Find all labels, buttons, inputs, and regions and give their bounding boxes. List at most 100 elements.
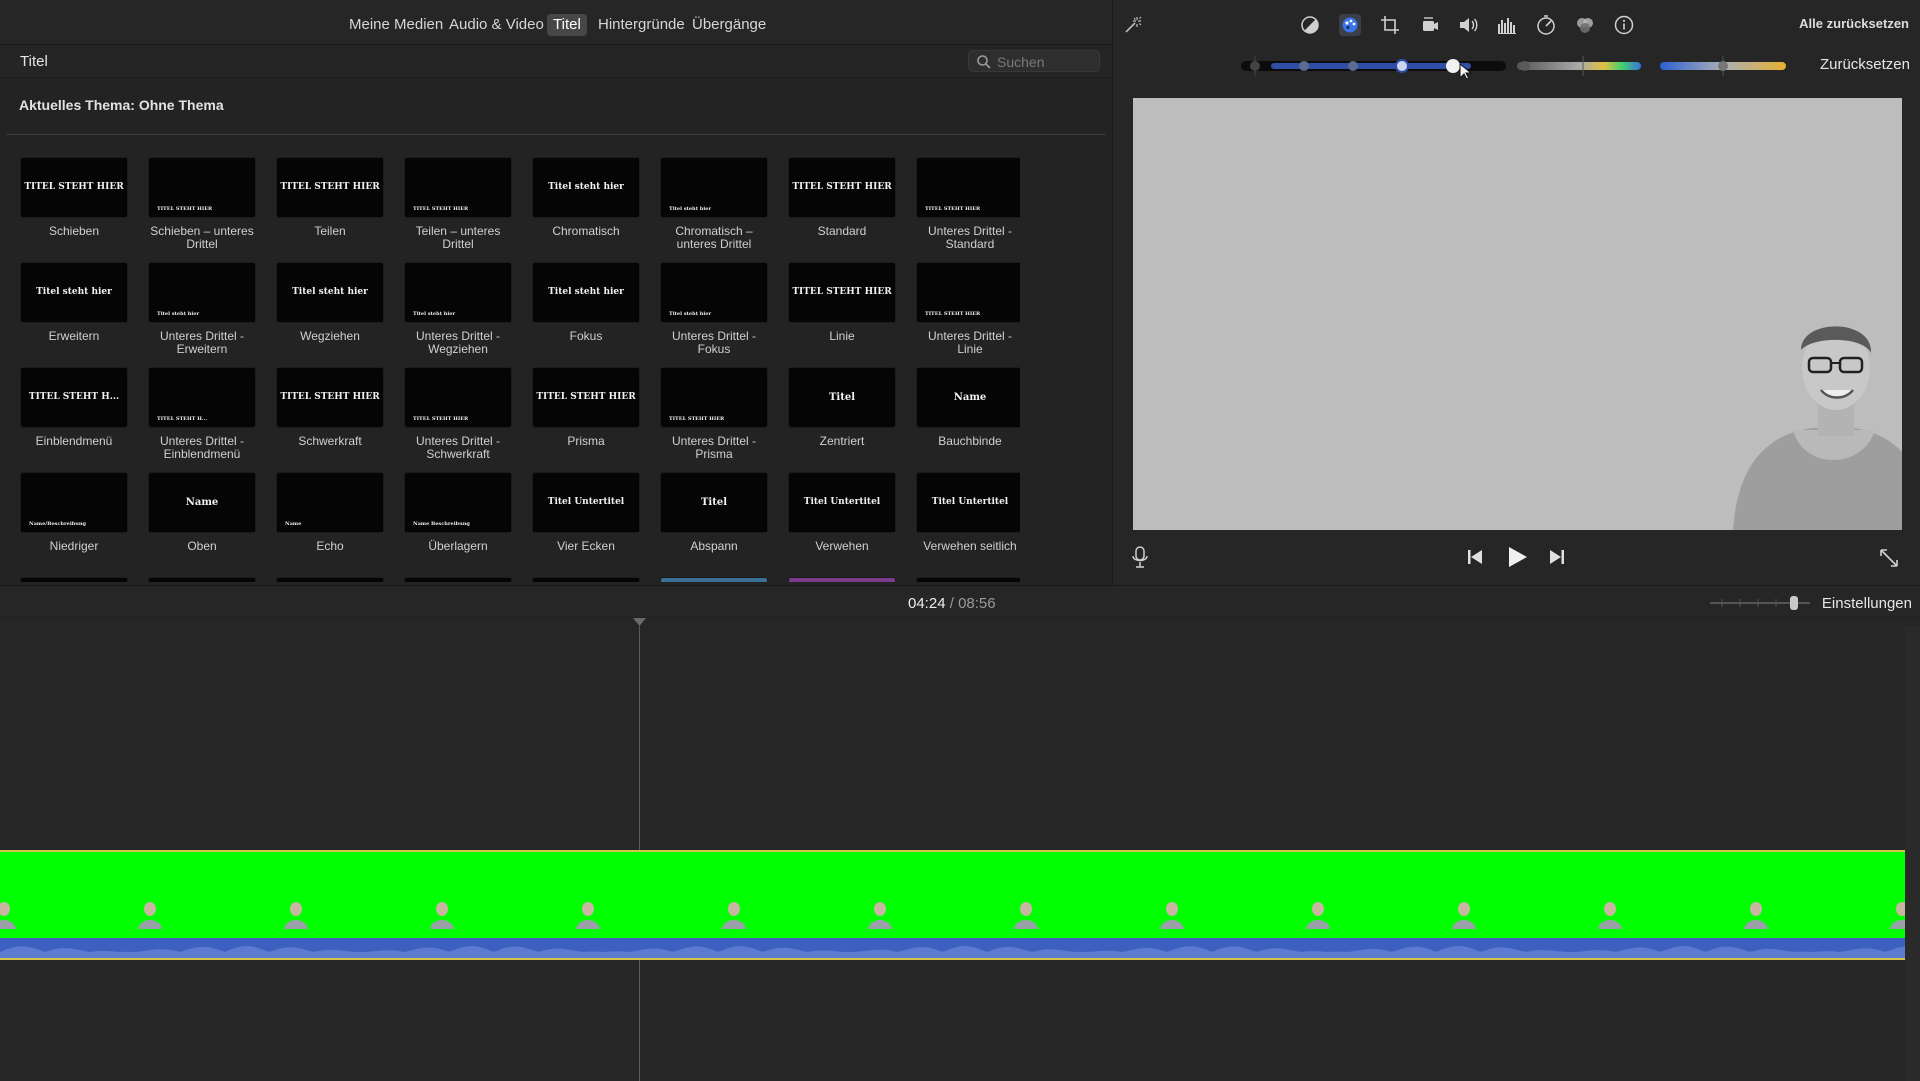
title-tile[interactable]: Titel Untertitel Verwehen seitlich [916,472,1020,553]
title-tile[interactable]: TITEL STEHT HIER Unteres Drittel - Schwer… [404,367,512,461]
title-tile[interactable]: TITEL STEHT HIER Teilen – unteres Drittel [404,157,512,251]
search-field[interactable] [968,50,1100,72]
title-tile[interactable]: Name Beschreibung Überlagern [404,472,512,553]
green-screen-clip[interactable] [0,850,1905,960]
reset-all-button[interactable]: Alle zurücksetzen [1799,16,1909,31]
title-tile[interactable]: TITEL STEHT HIER Schieben [20,157,128,238]
title-tile[interactable]: TITEL STEHT HIER Unteres Drittel - Linie [916,262,1020,356]
title-tile[interactable]: Titel Zentriert [788,367,896,448]
saturation-slider[interactable] [1515,56,1665,76]
midtones-low-handle[interactable] [1299,61,1309,71]
zoom-handle[interactable] [1790,596,1798,610]
title-label: Echo [316,539,344,553]
tab-my-media[interactable]: Meine Medien [343,14,449,36]
timeline-scrollbar[interactable] [1905,626,1920,1081]
shadows-handle[interactable] [1250,61,1260,71]
title-tile[interactable]: Titel steht hier Unteres Drittel - Erweit… [148,262,256,356]
filmstrip-frame [1744,902,1768,929]
thumbnail-text: Name [185,497,219,508]
zoom-slider[interactable] [1710,596,1810,610]
title-tile[interactable]: TITEL STEHT H... Unteres Drittel - Einble… [148,367,256,461]
magic-wand-icon[interactable] [1122,14,1144,36]
title-label: Verwehen seitlich [923,539,1017,553]
stabilization-icon[interactable] [1419,14,1441,36]
midtones-handle[interactable] [1348,61,1358,71]
title-tile[interactable]: Titel steht hier Unteres Drittel - Fokus [660,262,768,356]
title-label: Überlagern [428,539,488,553]
fullscreen-icon[interactable] [1878,547,1900,569]
title-tile[interactable]: Titel Abspann [660,472,768,553]
clip-filter-icon[interactable] [1574,14,1596,36]
title-tile[interactable]: Name Echo [276,472,384,553]
title-tile[interactable]: Name Bauchbinde [916,367,1020,448]
title-thumbnail: Titel steht hier [276,262,384,323]
info-icon[interactable] [1613,14,1635,36]
title-tile[interactable]: Titel steht hier Erweitern [20,262,128,343]
reset-button[interactable]: Zurücksetzen [1820,56,1910,73]
clip-audio-waveform[interactable] [0,938,1905,958]
title-thumbnail[interactable] [660,577,768,582]
thumbnail-text: TITEL STEHT HIER [413,206,469,212]
title-tile[interactable]: Titel Untertitel Vier Ecken [532,472,640,553]
title-tile[interactable]: Titel steht hier Chromatisch – unteres Dr… [660,157,768,251]
crop-icon[interactable] [1379,14,1401,36]
thumbnail-text: TITEL STEHT HIER [280,392,380,402]
title-tile[interactable]: TITEL STEHT HIER Unteres Drittel - Prisma [660,367,768,461]
title-tile[interactable]: TITEL STEHT HIER Schwerkraft [276,367,384,448]
title-thumbnail[interactable] [404,577,512,582]
thumbnail-text: Titel steht hier [669,206,712,212]
title-thumbnail: Name [148,472,256,533]
thumbnail-text: Titel [700,497,728,508]
browser-subheader: Titel [0,45,1112,78]
title-tile[interactable]: TITEL STEHT H... Einblendmenü [20,367,128,448]
filmstrip-frame [1306,902,1330,929]
title-label: Linie [829,329,855,343]
title-thumbnail: TITEL STEHT HIER [20,157,128,218]
title-thumbnail[interactable] [532,577,640,582]
tab-backgrounds[interactable]: Hintergründe [592,14,691,36]
title-tile[interactable]: Titel steht hier Chromatisch [532,157,640,238]
noise-reduction-icon[interactable] [1496,14,1518,36]
title-thumbnail[interactable] [276,577,384,582]
title-tile[interactable]: Titel steht hier Fokus [532,262,640,343]
skip-back-icon[interactable] [1466,548,1484,566]
title-thumbnail[interactable] [916,577,1020,582]
settings-button[interactable]: Einstellungen [1822,595,1912,612]
temperature-slider[interactable] [1658,56,1798,76]
title-tile[interactable]: Name Oben [148,472,256,553]
filmstrip-frame [868,902,892,929]
color-correction-icon[interactable] [1339,14,1361,36]
title-thumbnail: TITEL STEHT HIER [148,157,256,218]
speed-icon[interactable] [1535,14,1557,36]
play-icon[interactable] [1506,545,1528,569]
title-tile[interactable]: TITEL STEHT HIER Standard [788,157,896,238]
title-label: Schwerkraft [298,434,362,448]
color-balance-icon[interactable] [1299,14,1321,36]
tab-titles[interactable]: Titel [547,14,587,36]
title-thumbnail[interactable] [20,577,128,582]
title-tile[interactable]: Titel steht hier Wegziehen [276,262,384,343]
title-tile[interactable]: Titel steht hier Unteres Drittel - Wegzie… [404,262,512,356]
tab-transitions[interactable]: Übergänge [686,14,772,36]
title-thumbnail[interactable] [788,577,896,582]
title-tile[interactable]: Titel Untertitel Verwehen [788,472,896,553]
title-thumbnail[interactable] [148,577,256,582]
thumbnail-text: Titel steht hier [157,311,200,317]
whites-handle[interactable] [1446,59,1460,73]
title-tile[interactable]: TITEL STEHT HIER Unteres Drittel - Standa… [916,157,1020,251]
title-thumbnail: TITEL STEHT HIER [532,367,640,428]
search-input[interactable] [997,53,1095,70]
title-thumbnail: Titel steht hier [148,262,256,323]
title-tile[interactable]: TITEL STEHT HIER Prisma [532,367,640,448]
tab-audio-video[interactable]: Audio & Video [443,14,550,36]
title-tile[interactable]: TITEL STEHT HIER Teilen [276,157,384,238]
title-tile[interactable]: TITEL STEHT HIER Schieben – unteres Dritt… [148,157,256,251]
microphone-icon[interactable] [1130,545,1150,569]
title-thumbnail: Titel steht hier [660,157,768,218]
highlights-handle[interactable] [1395,59,1409,73]
title-tile[interactable]: TITEL STEHT HIER Linie [788,262,896,343]
title-tile[interactable]: Name/Beschreibung Niedriger [20,472,128,553]
skip-forward-icon[interactable] [1548,548,1566,566]
volume-icon[interactable] [1457,14,1479,36]
title-label: Unteres Drittel - Prisma [671,434,757,461]
